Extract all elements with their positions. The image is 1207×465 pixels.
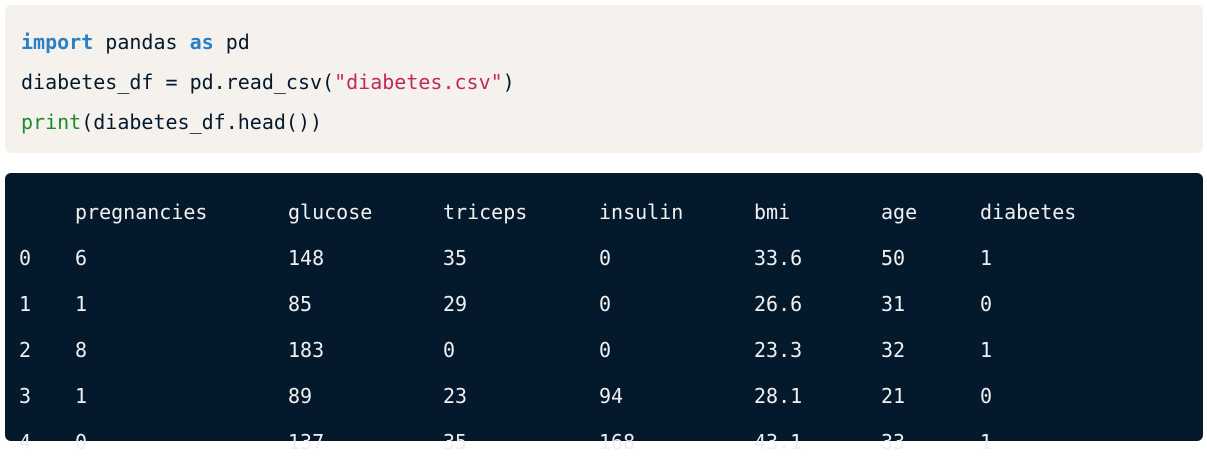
print-args: (diabetes_df.head()) — [81, 110, 323, 134]
cell-triceps: 23 — [443, 384, 468, 408]
cell-bmi: 26.6 — [754, 292, 803, 316]
header-bmi: bmi — [754, 200, 791, 224]
cell-bmi: 28.1 — [754, 384, 803, 408]
cell-pregnancies: 1 — [75, 384, 88, 408]
filename-string: "diabetes.csv" — [334, 70, 503, 94]
code-line-print: print(diabetes_df.head()) — [21, 102, 1187, 142]
cell-bmi: 23.3 — [754, 338, 803, 362]
header-diabetes: diabetes — [980, 200, 1077, 224]
output-cell: pregnancies glucose triceps insulin bmi … — [5, 173, 1203, 454]
row-index: 2 — [19, 338, 32, 362]
cell-diabetes: 1 — [980, 430, 993, 454]
read-csv-call: diabetes_df = pd.read_csv( — [21, 70, 335, 94]
cell-glucose: 85 — [288, 292, 313, 316]
cell-diabetes: 1 — [980, 338, 993, 362]
table-row: 0 6 148 35 0 33.6 50 1 — [5, 235, 1203, 281]
cell-diabetes: 1 — [980, 246, 993, 270]
row-index: 1 — [19, 292, 32, 316]
module-alias: pd — [213, 30, 250, 54]
read-csv-close: ) — [502, 70, 515, 94]
cell-pregnancies: 6 — [75, 246, 88, 270]
cell-glucose: 183 — [288, 338, 325, 362]
cell-age: 33 — [881, 430, 906, 454]
cell-age: 32 — [881, 338, 906, 362]
table-row: 2 8 183 0 0 23.3 32 1 — [5, 327, 1203, 373]
cell-bmi: 33.6 — [754, 246, 803, 270]
cell-triceps: 29 — [443, 292, 468, 316]
code-line-import: import pandas as pd — [21, 22, 1187, 62]
table-row: 4 0 137 35 168 43.1 33 1 — [5, 419, 1203, 465]
keyword-as: as — [189, 30, 214, 54]
header-insulin: insulin — [599, 200, 684, 224]
cell-age: 21 — [881, 384, 906, 408]
cell-diabetes: 0 — [980, 292, 993, 316]
cell-insulin: 0 — [599, 292, 612, 316]
cell-glucose: 89 — [288, 384, 313, 408]
table-row: 1 1 85 29 0 26.6 31 0 — [5, 281, 1203, 327]
cell-insulin: 0 — [599, 246, 612, 270]
row-index: 4 — [19, 430, 32, 454]
cell-diabetes: 0 — [980, 384, 993, 408]
row-index: 0 — [19, 246, 32, 270]
header-pregnancies: pregnancies — [75, 200, 208, 224]
table-row: 3 1 89 23 94 28.1 21 0 — [5, 373, 1203, 419]
print-function: print — [21, 110, 82, 134]
cell-pregnancies: 1 — [75, 292, 88, 316]
cell-glucose: 148 — [288, 246, 325, 270]
cell-age: 50 — [881, 246, 906, 270]
header-age: age — [881, 200, 918, 224]
cell-pregnancies: 0 — [75, 430, 88, 454]
code-cell[interactable]: import pandas as pd diabetes_df = pd.rea… — [5, 5, 1203, 153]
cell-triceps: 35 — [443, 430, 468, 454]
cell-insulin: 0 — [599, 338, 612, 362]
table-header-row: pregnancies glucose triceps insulin bmi … — [5, 189, 1203, 235]
header-glucose: glucose — [288, 200, 373, 224]
code-line-read-csv: diabetes_df = pd.read_csv("diabetes.csv"… — [21, 62, 1187, 102]
header-triceps: triceps — [443, 200, 528, 224]
cell-triceps: 0 — [443, 338, 456, 362]
cell-bmi: 43.1 — [754, 430, 803, 454]
cell-insulin: 94 — [599, 384, 624, 408]
cell-insulin: 168 — [599, 430, 636, 454]
keyword-import: import — [21, 30, 94, 54]
module-name: pandas — [93, 30, 190, 54]
cell-glucose: 137 — [288, 430, 325, 454]
cell-age: 31 — [881, 292, 906, 316]
cell-pregnancies: 8 — [75, 338, 88, 362]
cell-triceps: 35 — [443, 246, 468, 270]
row-index: 3 — [19, 384, 32, 408]
